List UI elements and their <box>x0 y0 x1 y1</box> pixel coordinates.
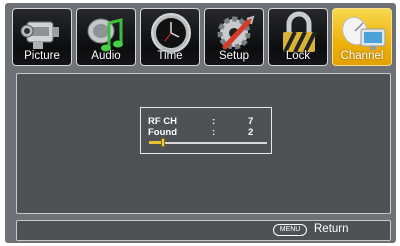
found-label: Found <box>148 127 178 138</box>
tab-lock[interactable]: Lock <box>268 8 328 66</box>
tab-label: Time <box>157 50 183 62</box>
tab-time[interactable]: Time <box>140 8 200 66</box>
found-row: Found : 2 <box>148 127 271 139</box>
menu-tab-bar: Picture Audio Time Setup Lock Channel <box>12 8 392 66</box>
tab-label: Channel <box>340 50 384 62</box>
menu-key-badge[interactable]: MENU <box>273 224 307 236</box>
channel-scan-panel: RF CH : 7 Found : 2 <box>16 73 391 214</box>
scan-progress-bar <box>149 138 267 147</box>
tab-picture[interactable]: Picture <box>12 8 72 66</box>
tab-label: Audio <box>91 50 121 62</box>
tab-label: Setup <box>218 50 250 62</box>
return-label: Return <box>314 223 349 235</box>
rf-channel-value: 7 <box>248 116 254 127</box>
tab-label: Picture <box>24 50 60 62</box>
tab-setup[interactable]: Setup <box>204 8 264 66</box>
rf-channel-separator: : <box>212 116 216 127</box>
footer-bar: MENU Return <box>16 220 391 241</box>
scan-status-box: RF CH : 7 Found : 2 <box>140 107 272 154</box>
found-separator: : <box>212 127 216 138</box>
found-value: 2 <box>248 127 254 138</box>
tab-channel[interactable]: Channel <box>332 8 392 66</box>
tab-label: Lock <box>285 50 311 62</box>
scan-progress-knob <box>161 138 166 147</box>
tab-audio[interactable]: Audio <box>76 8 136 66</box>
rf-channel-label: RF CH <box>148 116 178 127</box>
